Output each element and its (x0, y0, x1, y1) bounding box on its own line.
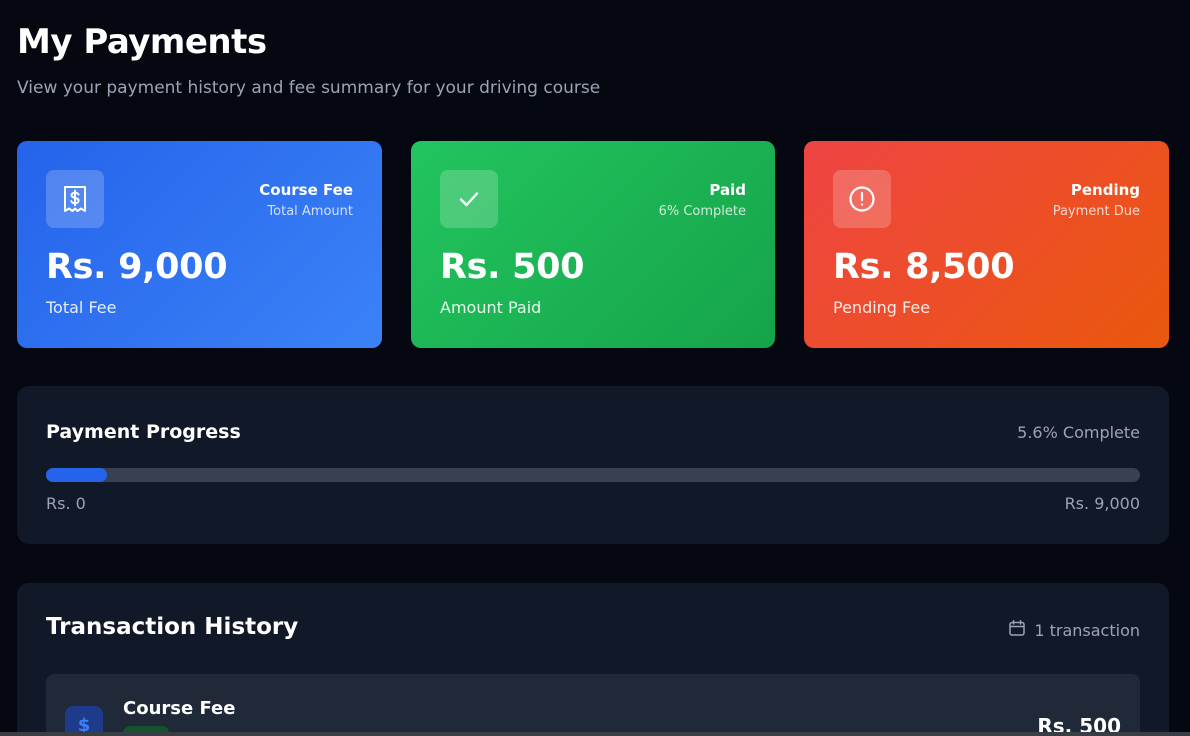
transaction-row[interactable]: $ Course Fee Rs. 500 (46, 674, 1140, 736)
transaction-count: 1 transaction (1008, 619, 1140, 641)
pending-card: Pending Payment Due Rs. 8,500 Pending Fe… (804, 141, 1169, 348)
paid-label: Amount Paid (440, 298, 542, 317)
calendar-icon (1008, 619, 1026, 641)
pending-amount: Rs. 8,500 (833, 247, 1015, 287)
course-fee-subtitle: Total Amount (267, 204, 353, 219)
course-fee-header: Course Fee Total Amount (259, 181, 353, 219)
course-fee-card: Course Fee Total Amount Rs. 9,000 Total … (17, 141, 382, 348)
progress-percent: 5.6% Complete (1017, 423, 1140, 442)
paid-title: Paid (709, 181, 746, 199)
progress-bar (46, 468, 1140, 482)
pending-label: Pending Fee (833, 298, 931, 317)
receipt-dollar-icon (46, 170, 104, 228)
paid-subtitle: 6% Complete (658, 204, 746, 219)
transaction-count-label: 1 transaction (1034, 620, 1140, 640)
page-subtitle: View your payment history and fee summar… (17, 78, 601, 98)
pending-header: Pending Payment Due (1053, 181, 1140, 219)
course-fee-label: Total Fee (46, 298, 117, 317)
check-icon (440, 170, 498, 228)
pending-title: Pending (1070, 181, 1140, 199)
window-bottom-edge (0, 732, 1190, 736)
progress-min-label: Rs. 0 (46, 494, 86, 513)
alert-circle-icon (833, 170, 891, 228)
progress-fill (46, 468, 108, 482)
pending-subtitle: Payment Due (1052, 204, 1140, 219)
transaction-title: Course Fee (123, 698, 236, 719)
course-fee-title: Course Fee (259, 181, 353, 199)
progress-max-label: Rs. 9,000 (1064, 494, 1140, 513)
history-title: Transaction History (46, 614, 299, 640)
paid-header: Paid 6% Complete (659, 181, 746, 219)
paid-card: Paid 6% Complete Rs. 500 Amount Paid (411, 141, 775, 348)
payments-page: My Payments View your payment history an… (0, 0, 1190, 736)
payment-progress-panel: Payment Progress 5.6% Complete Rs. 0 Rs.… (17, 386, 1169, 544)
page-title: My Payments (17, 22, 267, 62)
transaction-history-panel: Transaction History 1 transaction $ Cour… (17, 583, 1169, 736)
summary-cards: Course Fee Total Amount Rs. 9,000 Total … (17, 141, 1169, 348)
progress-title: Payment Progress (46, 421, 241, 443)
course-fee-amount: Rs. 9,000 (46, 247, 228, 287)
paid-amount: Rs. 500 (440, 247, 585, 287)
